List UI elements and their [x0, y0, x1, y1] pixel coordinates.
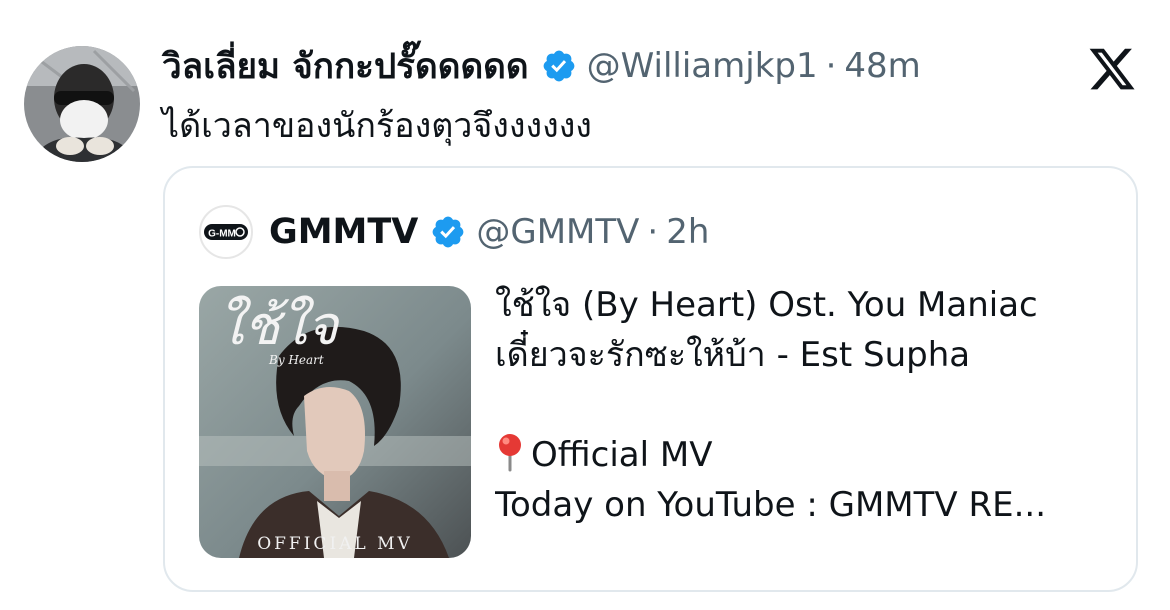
quote-line-blank — [495, 380, 1115, 430]
tweet-timestamp[interactable]: 48m — [844, 46, 920, 86]
quote-line-subtitle: เดี๋ยวจะรักซะให้บ้า - Est Supha — [495, 335, 971, 375]
quoted-tweet-header: G-MM GMMTV @GMMTV · 2h — [199, 204, 709, 260]
x-logo-icon[interactable] — [1086, 44, 1138, 94]
gmmtv-logo-text: G-MM — [208, 229, 236, 240]
verified-badge-icon — [541, 48, 577, 84]
quote-line-official-mv: Official MV — [495, 430, 1115, 480]
tweet-text: ได้เวลาของนักร้องตุวจึงงงงงง — [162, 106, 592, 146]
verified-badge-icon — [430, 214, 466, 250]
quoted-author-handle[interactable]: @GMMTV — [476, 212, 639, 252]
quote-line-title: ใช้ใจ (By Heart) Ost. You Maniac — [495, 285, 1038, 325]
quote-line-youtube: Today on YouTube : GMMTV RE... — [495, 485, 1047, 525]
quoted-tweet-text: ใช้ใจ (By Heart) Ost. You Maniac เดี๋ยวจ… — [495, 280, 1115, 530]
quoted-author-display-name[interactable]: GMMTV — [269, 212, 418, 252]
quoted-tweet-card[interactable]: G-MM GMMTV @GMMTV · 2h ใช้ใจ By Heart OF… — [163, 166, 1138, 592]
cover-title: ใช้ใจ — [217, 294, 340, 357]
cover-subtitle: By Heart — [268, 353, 324, 367]
official-mv-label: Official MV — [531, 435, 713, 475]
album-cover-image: ใช้ใจ By Heart OFFICIAL MV — [199, 286, 471, 558]
author-display-name[interactable]: วิลเลี่ยม จักกะปรั๊ดดดดด — [162, 39, 529, 94]
tweet-header: วิลเลี่ยม จักกะปรั๊ดดดดด @Williamjkp1 · … — [162, 40, 921, 92]
separator-dot: · — [825, 46, 837, 86]
quoted-author-avatar[interactable]: G-MM — [199, 205, 253, 259]
author-handle[interactable]: @Williamjkp1 — [587, 46, 818, 86]
quoted-tweet-timestamp[interactable]: 2h — [666, 212, 709, 252]
author-avatar[interactable] — [24, 46, 140, 162]
gmmtv-logo-icon: G-MM — [204, 224, 248, 240]
separator-dot: · — [647, 212, 659, 252]
cover-caption: OFFICIAL MV — [257, 534, 413, 554]
quoted-media-thumbnail[interactable]: ใช้ใจ By Heart OFFICIAL MV — [199, 286, 471, 558]
avatar-photo — [24, 46, 140, 162]
round-pushpin-icon — [495, 432, 525, 472]
